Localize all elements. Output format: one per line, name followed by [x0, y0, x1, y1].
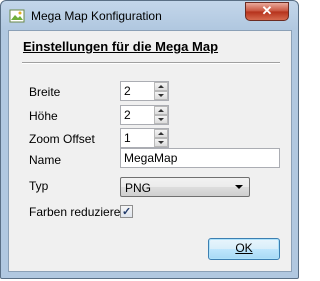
hoehe-spinner[interactable]: 2: [120, 105, 169, 125]
zoom-down-button[interactable]: [154, 138, 168, 147]
typ-selected-value: PNG: [125, 181, 152, 195]
close-icon: ✕: [261, 3, 273, 18]
title-bar[interactable]: Mega Map Konfiguration ✕: [1, 1, 298, 31]
name-input[interactable]: [121, 149, 274, 166]
hoehe-up-button[interactable]: [154, 106, 168, 115]
chevron-up-icon: [158, 85, 164, 88]
chevron-up-icon: [158, 132, 164, 135]
chevron-down-icon: [158, 94, 164, 97]
dialog-content: Einstellungen für die Mega Map Breite 2 …: [8, 30, 292, 272]
window-title: Mega Map Konfiguration: [31, 9, 162, 23]
zoom-offset-value[interactable]: 1: [124, 131, 131, 145]
app-icon: [9, 9, 25, 23]
name-field[interactable]: [120, 148, 280, 168]
breite-spinner[interactable]: 2: [120, 81, 169, 101]
breite-down-button[interactable]: [154, 91, 168, 100]
dialog-window: Mega Map Konfiguration ✕ Einstellungen f…: [0, 0, 299, 279]
zoom-offset-spinner[interactable]: 1: [120, 128, 169, 148]
chevron-up-icon: [158, 109, 164, 112]
hoehe-down-button[interactable]: [154, 115, 168, 124]
typ-label: Typ: [29, 179, 49, 193]
hoehe-value[interactable]: 2: [124, 108, 131, 122]
hoehe-label: Höhe: [29, 109, 58, 123]
farben-reduzieren-label: Farben reduzieren: [29, 205, 128, 219]
breite-up-button[interactable]: [154, 82, 168, 91]
checkmark-icon: ✓: [122, 206, 132, 218]
close-button[interactable]: ✕: [245, 2, 289, 21]
zoom-up-button[interactable]: [154, 129, 168, 138]
name-label: Name: [29, 153, 62, 167]
breite-value[interactable]: 2: [124, 84, 131, 98]
ok-button[interactable]: OK: [208, 238, 280, 260]
farben-reduzieren-checkbox[interactable]: ✓: [120, 205, 133, 218]
ok-button-label: OK: [235, 241, 253, 255]
section-heading: Einstellungen für die Mega Map: [23, 39, 219, 54]
typ-dropdown[interactable]: PNG: [120, 177, 250, 197]
chevron-down-icon: [158, 141, 164, 144]
separator: [22, 62, 280, 64]
dropdown-arrow-icon: [235, 185, 243, 189]
zoom-offset-label: Zoom Offset: [29, 132, 95, 146]
chevron-down-icon: [158, 118, 164, 121]
breite-label: Breite: [29, 85, 61, 99]
